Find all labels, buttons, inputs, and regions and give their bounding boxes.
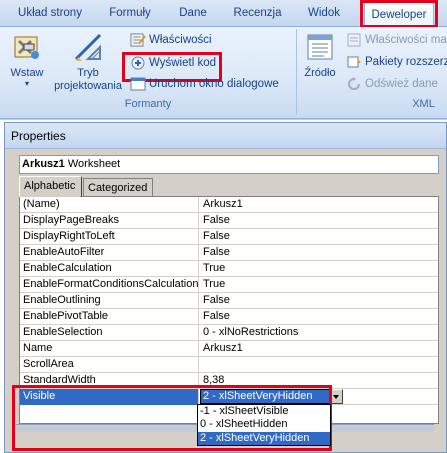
property-name: DisplayPageBreaks xyxy=(20,213,199,229)
property-grid: (Name) Arkusz1 DisplayPageBreaks False D… xyxy=(19,196,439,424)
tab-data[interactable]: Dane xyxy=(168,0,218,27)
tab-formulas[interactable]: Formuły xyxy=(100,0,160,27)
property-value[interactable] xyxy=(200,357,438,373)
expansion-packs-button[interactable]: Pakiety rozszerz xyxy=(346,53,447,72)
insert-dropdown-icon: ▾ xyxy=(24,79,29,88)
property-value[interactable]: False xyxy=(200,213,438,229)
dropdown-option[interactable]: -1 - xlSheetVisible xyxy=(198,405,330,418)
property-value[interactable]: False xyxy=(200,229,438,245)
property-value[interactable]: 0 - xlNoRestrictions xyxy=(200,325,438,341)
property-row[interactable]: DisplayPageBreaks False xyxy=(20,213,438,229)
xml-group-title: XML xyxy=(412,98,435,110)
property-row[interactable]: EnableCalculation True xyxy=(20,261,438,277)
properties-button[interactable]: Właściwości xyxy=(130,31,212,50)
property-name: EnableOutlining xyxy=(20,293,199,309)
property-value[interactable]: False xyxy=(200,245,438,261)
property-value[interactable]: True xyxy=(200,261,438,277)
property-value[interactable]: False xyxy=(200,309,438,325)
xml-source-label: Źródło xyxy=(304,67,336,79)
visible-dropdown-list: -1 - xlSheetVisible 0 - xlSheetHidden 2 … xyxy=(197,404,331,446)
property-row[interactable]: (Name) Arkusz1 xyxy=(20,197,438,213)
property-name: Visible xyxy=(20,389,199,405)
property-row[interactable]: ScrollArea xyxy=(20,357,438,373)
property-value[interactable]: Arkusz1 xyxy=(200,341,438,357)
property-row[interactable]: EnableSelection 0 - xlNoRestrictions xyxy=(20,325,438,341)
tab-view[interactable]: Widok xyxy=(300,0,348,27)
property-value[interactable]: False xyxy=(200,293,438,309)
insert-label: Wstaw xyxy=(10,67,44,79)
property-value[interactable]: True xyxy=(200,277,438,293)
property-row[interactable]: StandardWidth 8,38 xyxy=(20,373,438,389)
tab-alphabetic[interactable]: Alphabetic xyxy=(19,176,82,197)
expansion-packs-icon xyxy=(347,56,361,68)
dropdown-option-selected[interactable]: 2 - xlSheetVeryHidden xyxy=(198,431,330,445)
xml-source-button[interactable]: Źródło xyxy=(300,31,340,80)
insert-controls-icon xyxy=(14,36,39,59)
properties-icon xyxy=(130,33,146,47)
properties-title: Properties xyxy=(5,123,446,149)
tab-categorized[interactable]: Categorized xyxy=(83,178,153,197)
run-dialog-icon xyxy=(130,77,146,91)
xml-source-icon xyxy=(307,34,333,60)
design-mode-label-2: projektowania xyxy=(54,80,122,92)
insert-button[interactable]: Wstaw ▾ xyxy=(4,31,50,88)
property-name: EnableAutoFilter xyxy=(20,245,199,261)
visible-dropdown-arrow-icon[interactable] xyxy=(329,389,343,404)
property-name: ScrollArea xyxy=(20,357,199,373)
map-properties-label: Właściwości ma xyxy=(365,34,447,46)
map-properties-icon xyxy=(347,33,361,47)
refresh-icon xyxy=(348,76,360,90)
property-name: EnableCalculation xyxy=(20,261,199,277)
property-name: (Name) xyxy=(20,197,199,213)
property-name: EnablePivotTable xyxy=(20,309,199,325)
tab-review[interactable]: Recenzja xyxy=(225,0,290,27)
object-selector[interactable]: Arkusz1 Worksheet xyxy=(19,155,439,174)
tab-developer[interactable]: Deweloper xyxy=(364,2,434,28)
property-row-visible[interactable]: Visible 2 - xlSheetVeryHidden xyxy=(20,389,438,405)
expansion-packs-label: Pakiety rozszerz xyxy=(365,56,447,68)
design-mode-label-1: Tryb xyxy=(77,67,99,79)
properties-label: Właściwości xyxy=(149,34,212,46)
run-dialog-button[interactable]: Uruchom okno dialogowe xyxy=(130,75,279,94)
view-code-icon xyxy=(131,56,145,70)
property-name: Name xyxy=(20,341,199,357)
refresh-data-button[interactable]: Odśwież dane xyxy=(346,75,438,94)
property-name: StandardWidth xyxy=(20,373,199,389)
property-row[interactable]: Name Arkusz1 xyxy=(20,341,438,357)
design-mode-icon xyxy=(74,33,102,61)
controls-group-title: Formanty xyxy=(124,98,172,110)
design-mode-button[interactable]: Tryb projektowania xyxy=(52,31,124,93)
property-value[interactable]: 8,38 xyxy=(200,373,438,389)
object-type: Worksheet xyxy=(67,158,121,170)
tab-page-layout[interactable]: Układ strony xyxy=(10,0,90,27)
property-name: EnableSelection xyxy=(20,325,199,341)
property-row[interactable]: EnableAutoFilter False xyxy=(20,245,438,261)
dropdown-option[interactable]: 0 - xlSheetHidden xyxy=(198,418,330,431)
property-row[interactable]: EnableFormatConditionsCalculation True xyxy=(20,277,438,293)
view-code-button[interactable]: Wyświetl kod xyxy=(130,54,216,73)
ribbon-tab-bar: Układ strony Formuły Dane Recenzja Widok… xyxy=(0,0,447,28)
object-name: Arkusz1 xyxy=(22,158,65,170)
map-properties-button[interactable]: Właściwości ma xyxy=(346,31,447,50)
property-name: DisplayRightToLeft xyxy=(20,229,199,245)
property-name: EnableFormatConditionsCalculation xyxy=(20,277,199,293)
property-value[interactable]: Arkusz1 xyxy=(200,197,438,213)
visible-value-editor[interactable]: 2 - xlSheetVeryHidden xyxy=(200,389,330,404)
property-row[interactable]: DisplayRightToLeft False xyxy=(20,229,438,245)
property-row[interactable]: EnablePivotTable False xyxy=(20,309,438,325)
ribbon-panel: Wstaw ▾ Tryb projektowania Właściwości W… xyxy=(0,27,447,119)
property-row[interactable]: EnableOutlining False xyxy=(20,293,438,309)
refresh-data-label: Odśwież dane xyxy=(365,78,438,90)
group-separator xyxy=(296,29,297,115)
view-code-label: Wyświetl kod xyxy=(149,57,216,69)
run-dialog-label: Uruchom okno dialogowe xyxy=(149,78,279,90)
